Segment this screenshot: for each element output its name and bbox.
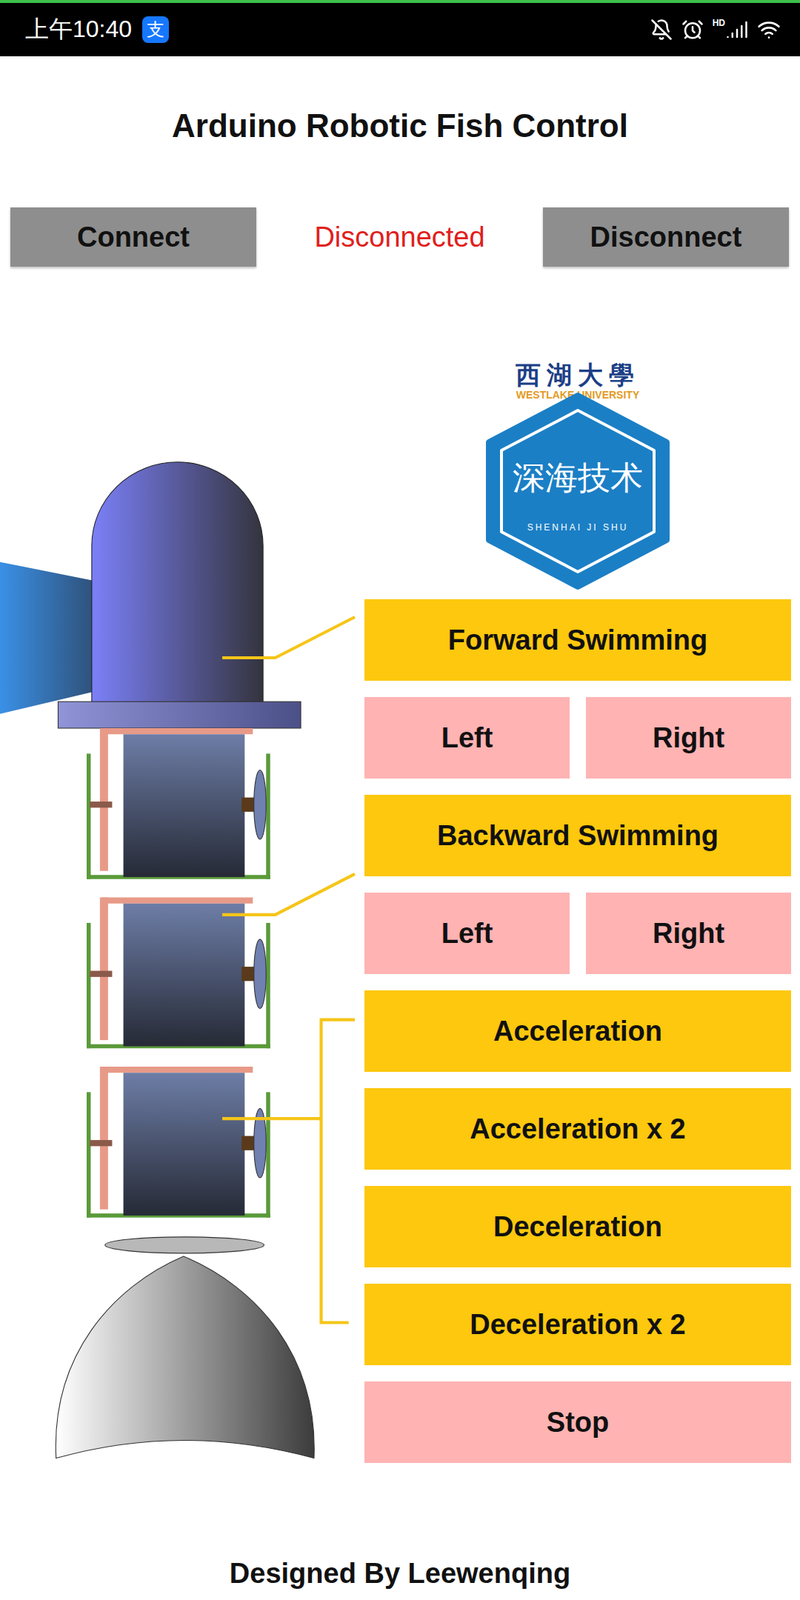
- control-button[interactable]: Deceleration: [364, 1185, 792, 1268]
- head-dome: [91, 462, 263, 704]
- connection-row: Connect Disconnected Disconnect: [0, 207, 800, 267]
- university-logo: 西湖大學WESTLAKE UNIVERSITY深海技术SHENHAI JI SH…: [485, 357, 671, 592]
- control-list: Forward SwimmingLeftRightBackward Swimmi…: [364, 599, 792, 1463]
- network-indicator: HD: [712, 18, 749, 41]
- logo-name: 西湖大學: [514, 360, 640, 389]
- control-button[interactable]: Forward Swimming: [364, 599, 792, 681]
- connect-button[interactable]: Connect: [10, 207, 257, 267]
- alipay-icon: 支: [142, 16, 169, 43]
- servo-module: [86, 897, 271, 1049]
- connection-status: Disconnected: [314, 221, 485, 254]
- wifi-icon: [757, 17, 781, 42]
- tail-fin: [55, 1256, 315, 1459]
- page-title: Arduino Robotic Fish Control: [0, 106, 800, 146]
- control-button[interactable]: Backward Swimming: [364, 794, 792, 877]
- status-left: 上午10:40 支: [25, 13, 169, 46]
- servo-module: [86, 728, 271, 880]
- control-row: Forward Swimming: [364, 599, 792, 681]
- control-row: Acceleration: [364, 990, 792, 1072]
- status-bar: 上午10:40 支 HD: [0, 0, 800, 57]
- robotic-fish-diagram: [0, 357, 363, 1470]
- tail-joint: [105, 1237, 265, 1254]
- main-area: 西湖大學WESTLAKE UNIVERSITY深海技术SHENHAI JI SH…: [0, 357, 800, 1470]
- control-button[interactable]: Right: [585, 892, 792, 975]
- app-page: 上午10:40 支 HD Arduino Robotic Fish Control Co…: [0, 0, 800, 1600]
- control-row: Acceleration x 2: [364, 1088, 792, 1170]
- control-row: Deceleration x 2: [364, 1283, 792, 1366]
- control-row: LeftRight: [364, 697, 792, 779]
- control-column: 西湖大學WESTLAKE UNIVERSITY深海技术SHENHAI JI SH…: [364, 357, 792, 1463]
- control-button[interactable]: Stop: [364, 1381, 792, 1463]
- control-row: LeftRight: [364, 892, 792, 975]
- control-button[interactable]: Right: [585, 697, 792, 779]
- network-label: HD: [712, 18, 726, 28]
- alarm-icon: [681, 18, 704, 41]
- control-row: Backward Swimming: [364, 794, 792, 877]
- control-row: Deceleration: [364, 1185, 792, 1268]
- connector-lines: [222, 617, 355, 1323]
- mount-plate: [57, 701, 301, 729]
- servo-module: [86, 1066, 271, 1218]
- control-row: Stop: [364, 1381, 792, 1463]
- control-button[interactable]: Deceleration x 2: [364, 1283, 792, 1366]
- logo-emblem: 深海技术: [512, 459, 643, 496]
- control-button[interactable]: Acceleration x 2: [364, 1088, 792, 1170]
- disconnect-button[interactable]: Disconnect: [542, 207, 789, 267]
- control-button[interactable]: Left: [364, 892, 570, 975]
- signal-icon: [725, 18, 749, 41]
- hexagon-icon: [488, 395, 667, 587]
- status-time: 上午10:40: [25, 13, 132, 46]
- status-right: HD: [650, 17, 781, 42]
- mute-icon: [650, 18, 673, 41]
- control-button[interactable]: Left: [364, 697, 570, 779]
- logo-caption: SHENHAI JI SHU: [527, 522, 629, 533]
- control-button[interactable]: Acceleration: [364, 990, 792, 1072]
- footer-credit: Designed By Leewenqing: [0, 1556, 800, 1600]
